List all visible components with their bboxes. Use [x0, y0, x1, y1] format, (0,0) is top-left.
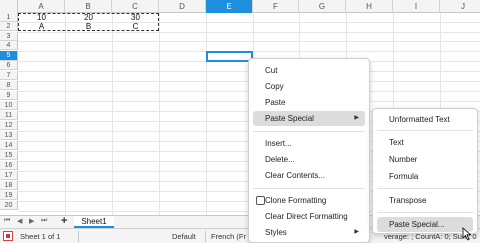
column-header-j[interactable]: J	[440, 0, 480, 13]
row-header[interactable]: 11	[0, 111, 18, 120]
menu-item-clone-formatting[interactable]: Clone Formatting	[253, 193, 365, 208]
status-divider	[205, 231, 206, 242]
submenu-item-text[interactable]: Text	[377, 135, 473, 150]
row-header[interactable]: 6	[0, 61, 18, 70]
sheet-info: Sheet 1 of 1	[20, 232, 61, 241]
add-sheet-button[interactable]: +	[61, 215, 67, 227]
column-header-i[interactable]: I	[393, 0, 440, 13]
menu-separator	[377, 130, 473, 131]
row-header[interactable]: 20	[0, 201, 18, 210]
menu-item-paste-special[interactable]: Paste Special ▶	[253, 111, 365, 126]
row-header[interactable]: 18	[0, 181, 18, 190]
select-all-corner[interactable]	[0, 0, 18, 13]
menu-item-label: Clone Formatting	[265, 196, 327, 205]
menu-separator	[377, 212, 473, 213]
prev-sheet-button[interactable]: ◀	[17, 217, 22, 225]
submenu-item-paste-special-dialog[interactable]: Paste Special...	[377, 217, 473, 232]
menu-item-label: Paste Special	[265, 114, 314, 123]
grid-column-line	[159, 13, 160, 215]
row-header[interactable]: 2	[0, 22, 18, 31]
status-divider	[78, 231, 79, 242]
column-header-b[interactable]: B	[65, 0, 112, 13]
row-header[interactable]: 7	[0, 71, 18, 80]
row-header[interactable]: 13	[0, 131, 18, 140]
selected-cell-e5[interactable]	[206, 51, 253, 62]
row-header[interactable]: 5	[0, 51, 18, 61]
row-header[interactable]: 10	[0, 101, 18, 110]
grid-column-line	[206, 13, 207, 215]
context-menu: Cut Copy Paste Paste Special ▶ Insert...…	[248, 58, 370, 243]
column-header-a[interactable]: A	[18, 0, 65, 13]
grid-row-line	[18, 32, 480, 33]
row-header[interactable]: 3	[0, 32, 18, 41]
submenu-item-number[interactable]: Number	[377, 152, 473, 167]
menu-item-copy[interactable]: Copy	[253, 79, 365, 94]
column-header-e[interactable]: E	[206, 0, 253, 13]
document-modified-icon[interactable]	[3, 231, 13, 241]
menu-separator	[377, 188, 473, 189]
menu-item-cut[interactable]: Cut	[253, 63, 365, 78]
row-header[interactable]: 19	[0, 191, 18, 200]
column-header-g[interactable]: G	[299, 0, 346, 13]
row-header[interactable]: 1	[0, 13, 18, 22]
row-header[interactable]: 4	[0, 41, 18, 50]
grid-row-line	[18, 41, 480, 42]
first-sheet-button[interactable]: ⏮	[4, 217, 10, 225]
column-header-row: A B C D E F G H I J	[0, 0, 480, 13]
last-sheet-button[interactable]: ⏭	[41, 217, 47, 225]
menu-item-styles[interactable]: Styles ▶	[253, 225, 365, 240]
submenu-item-transpose[interactable]: Transpose	[377, 193, 473, 208]
mouse-pointer-icon	[462, 227, 472, 241]
next-sheet-button[interactable]: ▶	[29, 217, 34, 225]
row-header[interactable]: 16	[0, 161, 18, 170]
page-style[interactable]: Default	[172, 232, 196, 241]
column-header-c[interactable]: C	[112, 0, 159, 13]
paste-special-submenu: Unformatted Text Text Number Formula Tra…	[372, 108, 478, 234]
menu-item-clear-contents[interactable]: Clear Contents...	[253, 168, 365, 183]
submenu-item-formula[interactable]: Formula	[377, 169, 473, 184]
menu-item-paste[interactable]: Paste	[253, 95, 365, 110]
submenu-arrow-icon: ▶	[354, 229, 359, 235]
row-header[interactable]: 12	[0, 121, 18, 130]
column-header-h[interactable]: H	[346, 0, 393, 13]
row-header[interactable]: 17	[0, 171, 18, 180]
row-header[interactable]: 15	[0, 151, 18, 160]
grid-column-line	[112, 13, 113, 215]
row-header[interactable]: 14	[0, 141, 18, 150]
menu-separator	[253, 188, 365, 189]
menu-separator	[253, 131, 365, 132]
language-status[interactable]: French (Fr	[211, 232, 246, 241]
clone-formatting-checkbox-icon	[256, 196, 265, 205]
menu-item-delete[interactable]: Delete...	[253, 152, 365, 167]
copy-marquee	[18, 13, 159, 31]
column-header-d[interactable]: D	[159, 0, 206, 13]
submenu-item-unformatted-text[interactable]: Unformatted Text	[377, 112, 473, 127]
tab-sheet1[interactable]: Sheet1	[74, 216, 114, 228]
column-header-f[interactable]: F	[253, 0, 299, 13]
menu-item-label: Styles	[265, 228, 287, 237]
row-header[interactable]: 9	[0, 91, 18, 100]
row-header[interactable]: 8	[0, 81, 18, 90]
grid-column-line	[65, 13, 66, 215]
menu-item-insert[interactable]: Insert...	[253, 136, 365, 151]
submenu-arrow-icon: ▶	[354, 115, 359, 121]
menu-item-clear-direct-formatting[interactable]: Clear Direct Formatting	[253, 209, 365, 224]
